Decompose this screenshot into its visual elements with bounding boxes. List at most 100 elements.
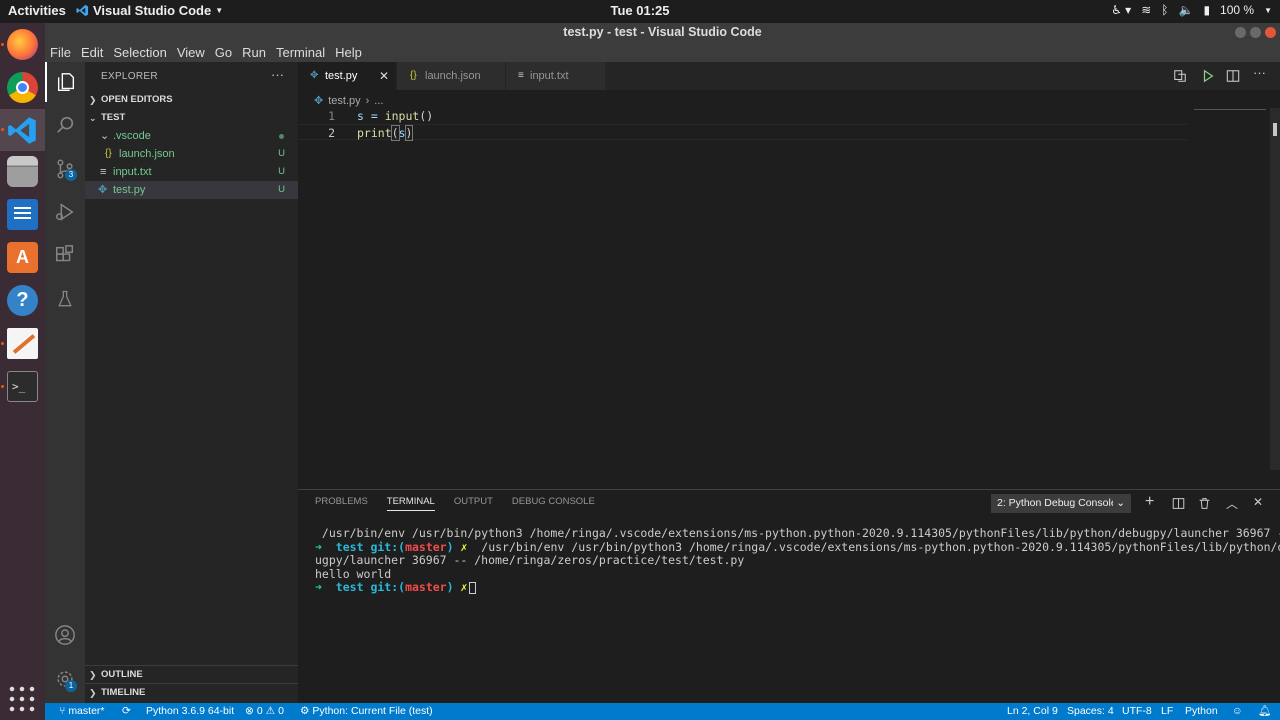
branch-status[interactable]: ⑂ master* (59, 703, 105, 720)
chevron-right-icon: ❯ (89, 688, 97, 698)
breadcrumb-rest[interactable]: ... (374, 95, 383, 107)
window-title: test.py - test - Visual Studio Code (563, 25, 762, 39)
minimize-button[interactable] (1235, 27, 1246, 38)
split-editor-button[interactable] (1226, 69, 1240, 83)
menubar: File Edit Selection View Go Run Terminal… (45, 43, 1280, 62)
terminal-select[interactable]: 2: Python Debug Console ⌄ (991, 494, 1131, 513)
editor-more-button[interactable]: ··· (1253, 65, 1266, 80)
tab-problems[interactable]: PROBLEMS (315, 496, 368, 511)
menu-selection[interactable]: Selection (108, 43, 171, 62)
run-config-status[interactable]: ⚙ Python: Current File (test) (300, 703, 433, 720)
close-window-button[interactable] (1265, 27, 1276, 38)
tab-label: input.txt (530, 70, 569, 82)
tab-launch-json[interactable]: {} launch.json (397, 62, 505, 90)
tree-item-label: launch.json (119, 148, 175, 160)
outline-section[interactable]: ❯ OUTLINE (85, 665, 298, 683)
explorer-button[interactable] (45, 62, 85, 102)
show-apps-icon[interactable] (7, 684, 38, 715)
run-button[interactable] (1201, 69, 1215, 83)
help-icon[interactable]: ? (7, 285, 38, 316)
tab-debug-console[interactable]: DEBUG CONSOLE (512, 496, 595, 511)
breadcrumb-file[interactable]: test.py (328, 95, 360, 107)
menu-terminal[interactable]: Terminal (271, 43, 330, 62)
software-center-icon[interactable]: A (7, 242, 38, 273)
sync-button[interactable]: ⟳ (122, 703, 131, 720)
language-mode[interactable]: Python (1185, 703, 1218, 720)
terminal-output[interactable]: /usr/bin/env /usr/bin/python3 /home/ring… (315, 526, 1280, 595)
prompt-dir: test (335, 580, 364, 594)
scrollbar-thumb[interactable] (1273, 123, 1277, 136)
terminal-cursor (469, 581, 477, 594)
search-button[interactable] (45, 105, 85, 145)
folder-section[interactable]: ⌄ TEST (85, 109, 298, 127)
prompt-branch: master (405, 539, 447, 554)
menu-view[interactable]: View (172, 43, 210, 62)
problems-status[interactable]: ⊗ 0 ⚠ 0 (245, 703, 284, 720)
extensions-icon (56, 245, 74, 262)
firefox-icon[interactable] (7, 29, 38, 60)
split-terminal-button[interactable] (1172, 497, 1185, 510)
menu-file[interactable]: File (45, 43, 76, 62)
terminal-command: /usr/bin/env /usr/bin/python3 /home/ring… (467, 539, 1280, 554)
tab-output[interactable]: OUTPUT (454, 496, 493, 511)
clock[interactable]: Tue 01:25 (0, 3, 1280, 18)
files-icon (57, 73, 75, 91)
menu-edit[interactable]: Edit (76, 43, 108, 62)
timeline-section[interactable]: ❯ TIMELINE (85, 683, 298, 701)
editor-scrollbar[interactable] (1270, 108, 1280, 470)
panel-tabs: PROBLEMS TERMINAL OUTPUT DEBUG CONSOLE (315, 496, 595, 511)
run-debug-button[interactable] (45, 192, 85, 232)
python-icon: ✥ (310, 70, 319, 81)
tab-test-py[interactable]: ✥ test.py ✕ (298, 62, 396, 90)
maximize-button[interactable] (1250, 27, 1261, 38)
battery-icon: ▮ (1203, 3, 1211, 17)
terminal-icon[interactable]: >_ (7, 371, 38, 402)
testing-button[interactable] (45, 279, 85, 319)
open-editors-section[interactable]: ❯ OPEN EDITORS (85, 91, 298, 109)
source-control-button[interactable]: 3 (45, 149, 85, 189)
tree-item-test-py[interactable]: ✥ test.py U (85, 181, 298, 199)
chevron-down-icon: ⌄ (1113, 494, 1125, 513)
outline-label: OUTLINE (101, 669, 143, 680)
new-terminal-button[interactable]: + (1145, 493, 1154, 511)
menu-run[interactable]: Run (237, 43, 271, 62)
minimap[interactable] (1194, 109, 1266, 110)
python-interpreter[interactable]: Python 3.6.9 64-bit (146, 703, 234, 720)
encoding[interactable]: UTF-8 (1122, 703, 1152, 720)
end-of-line[interactable]: LF (1161, 703, 1173, 720)
tree-item-input-txt[interactable]: ≡ input.txt U (85, 163, 298, 181)
notifications-button[interactable]: 🔔︎ (1258, 703, 1271, 720)
kill-terminal-button[interactable] (1198, 497, 1211, 510)
token-paren: () (419, 109, 434, 123)
tab-terminal[interactable]: TERMINAL (386, 496, 435, 511)
error-count: 0 (256, 705, 263, 717)
chevron-down-icon: ▼ (1264, 5, 1272, 15)
feedback-button[interactable]: ☺ (1232, 703, 1243, 720)
open-changes-icon[interactable] (1173, 69, 1187, 83)
indentation[interactable]: Spaces: 4 (1067, 703, 1114, 720)
more-actions-icon[interactable]: ··· (271, 67, 284, 82)
prompt-git-close: ) (446, 580, 454, 594)
tree-item-vscode-folder[interactable]: ⌄ .vscode (85, 127, 298, 145)
python-icon: ✥ (98, 184, 108, 196)
chrome-icon[interactable] (7, 72, 38, 103)
accounts-button[interactable] (45, 615, 85, 655)
text-editor-icon[interactable] (7, 328, 38, 359)
cursor-position[interactable]: Ln 2, Col 9 (1007, 703, 1058, 720)
menu-go[interactable]: Go (210, 43, 237, 62)
menu-help[interactable]: Help (330, 43, 367, 62)
tab-input-txt[interactable]: ≡ input.txt (506, 62, 605, 90)
account-icon (55, 625, 75, 645)
extensions-button[interactable] (45, 235, 85, 275)
close-panel-button[interactable]: ✕ (1253, 495, 1263, 509)
writer-icon[interactable] (7, 199, 38, 230)
close-tab-icon[interactable]: ✕ (379, 62, 389, 90)
manage-button[interactable]: 1 (45, 659, 85, 699)
chevron-down-icon: ⌄ (89, 113, 97, 123)
system-tray[interactable]: ♿ ▾ ≋ ᛒ 🔈 ▮ 100 % ▼ (1111, 3, 1272, 17)
files-icon[interactable] (7, 156, 38, 187)
vscode-dock-icon[interactable] (7, 115, 38, 146)
code-line: 1 s = input() (298, 108, 1188, 124)
maximize-panel-button[interactable]: ︿ (1226, 495, 1238, 512)
tree-item-launch-json[interactable]: {} launch.json U (85, 145, 298, 163)
